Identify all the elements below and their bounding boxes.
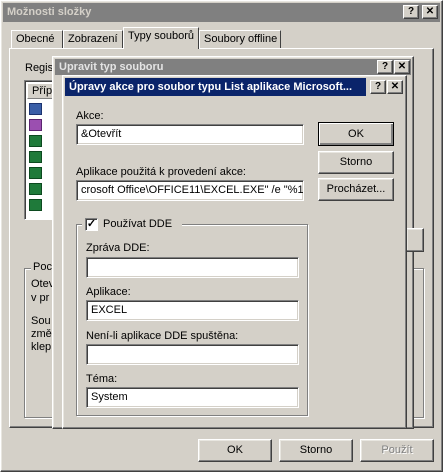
window-title: Možnosti složky [7,6,92,18]
file-type-icon [29,119,42,131]
edit-action-titlebar: Úpravy akce pro soubor typu List aplikac… [65,78,366,96]
middle-side-button[interactable] [406,228,424,252]
close-caption-button[interactable]: ✕ [394,60,410,74]
close-caption-button[interactable]: ✕ [387,80,403,94]
app-used-label: Aplikace použitá k provedení akce: [76,166,246,178]
excel-file-icon [29,199,42,211]
help-icon: ? [374,81,382,92]
dde-checkbox[interactable]: ✓ [85,218,98,231]
help-icon: ? [381,61,389,72]
details-line: klep [31,341,52,353]
tab-view[interactable]: Zobrazení [63,30,123,48]
topic-field[interactable]: System [86,387,299,408]
excel-file-icon [29,167,42,179]
close-icon: ✕ [397,61,407,72]
dde-message-label: Zpráva DDE: [86,242,150,254]
close-icon: ✕ [390,81,400,92]
dde-checkbox-row[interactable]: ✓ Používat DDE [82,217,182,232]
dialog-ok-button[interactable]: OK [318,122,394,146]
tab-offline-files[interactable]: Soubory offline [199,30,281,48]
details-line: Sou [31,315,51,327]
details-line: Otev [31,278,55,290]
topic-label: Téma: [86,373,118,385]
edit-file-type-titlebar: Upravit typ souboru [55,59,411,75]
dde-checkbox-label: Používat DDE [103,218,173,230]
registered-types-label: Regis [25,62,54,74]
excel-file-icon [29,135,42,147]
help-icon: ? [407,6,415,17]
not-running-field[interactable] [86,344,299,365]
application-label: Aplikace: [86,286,131,298]
close-caption-button[interactable]: ✕ [422,5,438,19]
application-field[interactable]: EXCEL [86,300,299,321]
excel-file-icon [29,151,42,163]
folder-options-titlebar: Možnosti složky [3,3,440,22]
action-label: Akce: [76,110,104,122]
cancel-button[interactable]: Storno [279,439,353,462]
browse-button[interactable]: Procházet... [318,178,394,201]
help-caption-button[interactable]: ? [377,60,393,74]
not-running-label: Není-li aplikace DDE spuštěna: [86,330,239,342]
excel-file-icon [29,103,42,115]
apply-button[interactable]: Použít [360,439,434,462]
details-group-label: Poc [31,261,54,273]
details-line: změ [31,328,52,340]
action-field[interactable]: &Otevřít [76,124,304,145]
tab-general[interactable]: Obecné [11,30,63,48]
ok-button[interactable]: OK [198,439,272,462]
dialog-cancel-button[interactable]: Storno [318,151,394,174]
dde-message-field[interactable] [86,257,299,278]
window-title: Upravit typ souboru [59,61,164,73]
dialog-title: Úpravy akce pro soubor typu List aplikac… [69,81,353,93]
tab-file-types[interactable]: Typy souborů [123,27,199,49]
details-line: v pr [31,292,50,304]
help-caption-button[interactable]: ? [370,80,386,94]
excel-file-icon [29,183,42,195]
help-caption-button[interactable]: ? [403,5,419,19]
app-command-field[interactable]: crosoft Office\OFFICE11\EXCEL.EXE" /e "%… [76,180,304,201]
close-icon: ✕ [425,6,435,17]
